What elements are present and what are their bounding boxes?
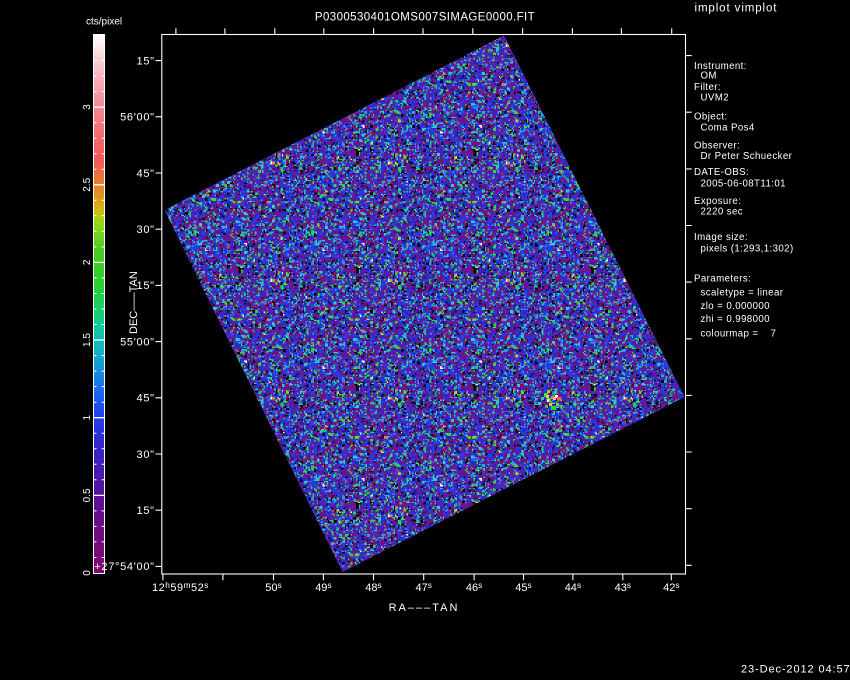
svg-text:implot vimplot: implot vimplot bbox=[695, 3, 778, 15]
svg-text:45": 45" bbox=[137, 393, 155, 405]
svg-text:2005-06-08T11:01: 2005-06-08T11:01 bbox=[701, 179, 786, 190]
svg-text:DEC–––TAN: DEC–––TAN bbox=[128, 271, 140, 334]
svg-text:zhi = 0.998000: zhi = 0.998000 bbox=[701, 314, 771, 325]
svg-text:15": 15" bbox=[137, 505, 155, 517]
svg-text:30": 30" bbox=[137, 224, 155, 236]
svg-text:Dr Peter Schuecker: Dr Peter Schuecker bbox=[701, 151, 793, 162]
svg-text:DATE-OBS:: DATE-OBS: bbox=[694, 167, 749, 178]
svg-text:+27°54'00": +27°54'00" bbox=[94, 561, 155, 573]
svg-text:2.5: 2.5 bbox=[82, 177, 93, 191]
svg-text:UVM2: UVM2 bbox=[701, 93, 730, 104]
svg-text:OM: OM bbox=[701, 70, 717, 81]
svg-text:colourmap = 7: colourmap = 7 bbox=[701, 328, 777, 339]
svg-text:12h59m52s: 12h59m52s bbox=[152, 580, 209, 594]
svg-text:Coma Pos4: Coma Pos4 bbox=[701, 122, 755, 133]
svg-text:2: 2 bbox=[82, 259, 93, 265]
svg-text:23-Dec-2012 04:57: 23-Dec-2012 04:57 bbox=[741, 664, 850, 676]
svg-text:1: 1 bbox=[82, 414, 93, 420]
svg-text:scaletype = linear: scaletype = linear bbox=[701, 288, 784, 299]
svg-text:Filter:: Filter: bbox=[694, 82, 721, 93]
svg-text:45": 45" bbox=[137, 168, 155, 180]
svg-text:15": 15" bbox=[137, 55, 155, 67]
svg-text:zlo = 0.000000: zlo = 0.000000 bbox=[701, 301, 771, 312]
svg-text:30": 30" bbox=[137, 449, 155, 461]
svg-text:RA–––TAN: RA–––TAN bbox=[389, 602, 460, 614]
svg-text:P0300530401OMS007SIMAGE0000.FI: P0300530401OMS007SIMAGE0000.FIT bbox=[315, 12, 535, 24]
svg-text:Exposure:: Exposure: bbox=[694, 196, 741, 207]
svg-text:3: 3 bbox=[82, 104, 93, 110]
svg-text:55'00": 55'00" bbox=[120, 336, 155, 348]
svg-text:56'00": 56'00" bbox=[120, 112, 155, 124]
svg-text:Observer:: Observer: bbox=[694, 140, 740, 151]
svg-text:Parameters:: Parameters: bbox=[694, 273, 751, 284]
svg-text:2220 sec: 2220 sec bbox=[701, 207, 744, 218]
svg-text:Object:: Object: bbox=[694, 112, 728, 123]
svg-text:0.5: 0.5 bbox=[82, 488, 93, 502]
svg-text:pixels (1:293,1:302): pixels (1:293,1:302) bbox=[701, 244, 794, 255]
svg-text:0: 0 bbox=[82, 570, 93, 576]
svg-text:1.5: 1.5 bbox=[82, 333, 93, 347]
svg-text:Image size:: Image size: bbox=[694, 232, 748, 243]
svg-text:cts/pixel: cts/pixel bbox=[86, 17, 122, 28]
